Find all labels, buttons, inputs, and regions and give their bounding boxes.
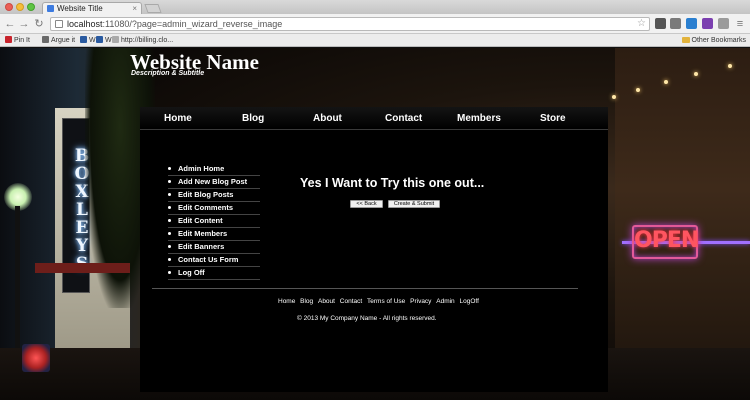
admin-menu-item[interactable]: Contact Us Form (168, 254, 260, 267)
wizard-heading: Yes I Want to Try this one out... (300, 176, 485, 190)
admin-menu: Admin Home Add New Blog Post Edit Blog P… (168, 163, 260, 280)
background-awning (35, 263, 130, 273)
admin-menu-item[interactable]: Add New Blog Post (168, 176, 260, 189)
footer-link-home[interactable]: Home (278, 298, 295, 306)
bookmark-item[interactable]: W (96, 36, 112, 45)
tab-title: Website Title (57, 4, 103, 13)
light-icon (636, 88, 640, 92)
admin-menu-item[interactable]: Edit Comments (168, 202, 260, 215)
create-submit-button[interactable]: Create & Submit (388, 200, 440, 208)
background-small-sign (22, 344, 50, 372)
admin-menu-item[interactable]: Edit Members (168, 228, 260, 241)
bookmarks-bar: Pin It Argue it W W http://billing.clo..… (0, 34, 750, 47)
bookmark-item[interactable]: W (80, 36, 96, 45)
site-subtitle: Description & Subtitle (131, 70, 205, 77)
extension-gray-icon[interactable] (718, 18, 729, 29)
page-icon (112, 36, 119, 43)
bookmark-icon (42, 36, 49, 43)
bullet-icon (168, 193, 171, 196)
favicon-icon (47, 5, 54, 12)
admin-menu-item[interactable]: Log Off (168, 267, 260, 280)
bookmark-item[interactable]: http://billing.clo... (112, 36, 173, 45)
address-bar[interactable]: localhost:11080/?page=admin_wizard_rever… (50, 17, 650, 31)
copyright-text: © 2013 My Company Name - All rights rese… (297, 315, 437, 322)
bookmark-item[interactable]: Pin It (5, 36, 30, 45)
footer-link-contact[interactable]: Contact (340, 298, 362, 306)
back-arrow-icon[interactable]: ← (3, 17, 17, 31)
extension-grid-icon[interactable] (670, 18, 681, 29)
url-path: :11080/?page=admin_wizard_reverse_image (102, 19, 283, 29)
wordpress-icon (96, 36, 103, 43)
bullet-icon (168, 180, 171, 183)
bullet-icon (168, 206, 171, 209)
bookmark-item[interactable]: Argue it (42, 36, 75, 45)
folder-icon (681, 37, 690, 43)
nav-blog[interactable]: Blog (242, 113, 264, 124)
main-nav: Home Blog About Contact Members Store (140, 107, 608, 130)
light-icon (612, 95, 616, 99)
url-host: localhost (67, 19, 103, 29)
forward-arrow-icon[interactable]: → (17, 17, 31, 31)
nav-members[interactable]: Members (457, 113, 501, 124)
footer-link-blog[interactable]: Blog (300, 298, 313, 306)
page-icon (55, 20, 63, 28)
footer-link-about[interactable]: About (318, 298, 335, 306)
new-tab-button[interactable] (144, 4, 162, 13)
footer-links: Home Blog About Contact Terms of Use Pri… (278, 298, 482, 306)
browser-tab[interactable]: Website Title × (42, 2, 142, 14)
pinterest-icon (5, 36, 12, 43)
bookmark-star-icon[interactable]: ☆ (637, 18, 646, 30)
extension-gear-icon[interactable] (655, 18, 666, 29)
bullet-icon (168, 219, 171, 222)
nav-home[interactable]: Home (164, 113, 192, 124)
nav-contact[interactable]: Contact (385, 113, 422, 124)
light-icon (728, 64, 732, 68)
admin-menu-item[interactable]: Admin Home (168, 163, 260, 176)
tab-strip: Website Title × (0, 0, 750, 14)
nav-store[interactable]: Store (540, 113, 566, 124)
bullet-icon (168, 271, 171, 274)
bullet-icon (168, 232, 171, 235)
open-neon-sign: OPEN (632, 225, 699, 259)
footer-link-admin[interactable]: Admin (436, 298, 454, 306)
extension-blue-icon[interactable] (686, 18, 697, 29)
close-window-icon[interactable] (5, 3, 13, 11)
light-icon (664, 80, 668, 84)
admin-menu-item[interactable]: Edit Content (168, 215, 260, 228)
admin-menu-item[interactable]: Edit Blog Posts (168, 189, 260, 202)
footer-link-terms[interactable]: Terms of Use (367, 298, 405, 306)
footer-link-logoff[interactable]: LogOff (460, 298, 479, 306)
back-button[interactable]: << Back (350, 200, 383, 208)
nav-about[interactable]: About (313, 113, 342, 124)
wordpress-icon (80, 36, 87, 43)
bullet-icon (168, 258, 171, 261)
other-bookmarks[interactable]: Other Bookmarks (681, 36, 746, 45)
footer-divider (152, 288, 578, 289)
extension-purple-icon[interactable] (702, 18, 713, 29)
reload-icon[interactable]: ↻ (32, 17, 46, 31)
browser-toolbar: ← → ↻ localhost:11080/?page=admin_wizard… (0, 14, 750, 34)
light-icon (694, 72, 698, 76)
minimize-window-icon[interactable] (16, 3, 24, 11)
content-panel: Home Blog About Contact Members Store Ad… (140, 107, 608, 392)
tab-close-icon[interactable]: × (132, 3, 137, 14)
footer-link-privacy[interactable]: Privacy (410, 298, 431, 306)
menu-icon[interactable]: ≡ (733, 17, 747, 31)
zoom-window-icon[interactable] (27, 3, 35, 11)
bullet-icon (168, 245, 171, 248)
admin-menu-item[interactable]: Edit Banners (168, 241, 260, 254)
bullet-icon (168, 167, 171, 170)
